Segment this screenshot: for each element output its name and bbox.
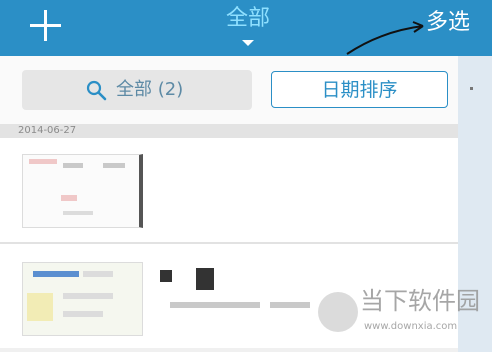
top-bar: 全部 多选 <box>0 0 492 56</box>
blurred-title <box>196 268 214 290</box>
watermark-logo-icon <box>318 292 358 332</box>
blurred-subtitle <box>170 302 260 308</box>
blurred-content <box>61 195 77 201</box>
watermark: 当下软件园 www.downxia.com <box>318 284 488 344</box>
date-section-header: 2014-06-27 <box>0 124 458 138</box>
sort-by-date-button[interactable]: 日期排序 <box>271 71 448 108</box>
page-title: 全部 <box>225 6 270 31</box>
caret-down-icon <box>242 40 254 46</box>
watermark-url: www.downxia.com <box>364 321 458 332</box>
blurred-content <box>27 293 53 321</box>
list-item[interactable] <box>0 138 458 244</box>
blurred-content <box>63 163 83 168</box>
multi-select-button[interactable]: 多选 <box>426 8 470 38</box>
blurred-content <box>103 163 125 168</box>
blurred-content <box>63 211 93 215</box>
blurred-subtitle <box>270 302 310 308</box>
blurred-content <box>33 271 79 277</box>
category-filter-button[interactable]: 全部 <box>210 4 286 52</box>
document-thumbnail <box>22 262 143 336</box>
arrow-annotation-icon <box>346 21 424 55</box>
add-icon[interactable] <box>30 10 62 42</box>
search-label: 全部 (2) <box>116 79 184 100</box>
scroll-indicator <box>470 87 473 90</box>
blurred-content <box>63 311 103 317</box>
document-thumbnail <box>22 154 143 228</box>
search-input[interactable]: 全部 (2) <box>22 70 252 110</box>
blurred-content <box>63 293 113 299</box>
blurred-title <box>160 270 172 282</box>
watermark-brand: 当下软件园 <box>360 287 480 315</box>
blurred-content <box>29 159 57 164</box>
blurred-content <box>83 271 113 277</box>
search-icon <box>86 80 107 101</box>
